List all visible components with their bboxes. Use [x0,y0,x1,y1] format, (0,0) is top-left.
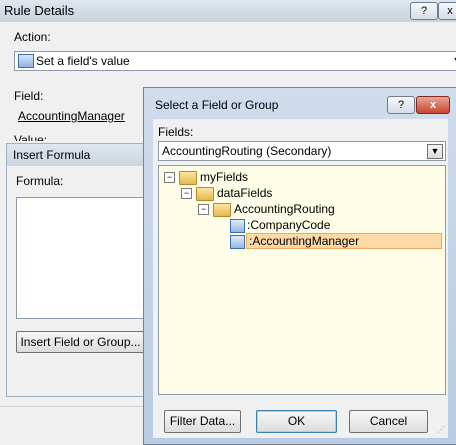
field-icon [230,219,245,233]
select-dialog-title: Select a Field or Group [155,98,279,112]
filter-data-button[interactable]: Filter Data... [164,410,241,433]
cancel-button[interactable]: Cancel [349,410,428,433]
resize-grip-icon[interactable]: ⋰ [437,425,447,435]
action-select[interactable]: Set a field's value ▼ [14,51,456,71]
value-label: Value: [14,133,48,141]
insert-formula-window: Insert Formula Formula: Insert Field or … [6,143,159,397]
insert-formula-title: Insert Formula [13,148,91,162]
group-folder-icon [213,203,231,217]
tree-node-accountingmanager[interactable]: :AccountingManager [230,233,443,249]
folder-icon [179,171,197,185]
set-field-value-icon [18,54,34,68]
data-source-value: AccountingRouting (Secondary) [162,144,332,158]
action-select-value: Set a field's value [36,54,130,68]
insert-field-or-group-button[interactable]: Insert Field or Group... [16,331,145,353]
rule-details-titlebar: Rule Details ? x [0,0,456,22]
rule-details-close-button[interactable]: x [438,2,456,20]
select-dialog-close-button[interactable]: x [416,96,450,114]
field-value[interactable]: AccountingManager [18,109,125,123]
tree-label-companycode: :CompanyCode [247,218,331,232]
action-label: Action: [14,30,51,44]
data-source-select[interactable]: AccountingRouting (Secondary) ▼ [158,141,446,161]
field-value-box[interactable]: AccountingManager [14,108,140,124]
fields-label: Fields: [158,125,194,139]
tree-label-myfields: myFields [200,170,249,184]
collapse-icon[interactable]: − [164,172,175,183]
formula-textarea[interactable] [16,197,159,319]
ok-button[interactable]: OK [256,410,337,433]
select-field-or-group-dialog: Select a Field or Group ? x Fields: Acco… [143,87,456,445]
rule-details-help-button[interactable]: ? [410,2,438,20]
collapse-icon[interactable]: − [198,204,209,215]
tree-label-accountingmanager: :AccountingManager [246,233,442,249]
folder-icon [196,187,214,201]
field-label: Field: [14,89,44,103]
chevron-down-icon[interactable]: ▼ [451,53,456,67]
select-dialog-body: Fields: AccountingRouting (Secondary) ▼ … [153,119,448,438]
select-dialog-help-button[interactable]: ? [387,96,415,114]
chevron-down-icon[interactable]: ▼ [427,144,443,159]
formula-label: Formula: [16,174,64,188]
field-icon [230,235,245,249]
field-tree[interactable]: − myFields − dataFields − AccountingRout… [158,165,446,395]
tree-label-datafields: dataFields [217,186,273,200]
collapse-icon[interactable]: − [181,188,192,199]
tree-label-accountingrouting: AccountingRouting [234,202,335,216]
insert-formula-titlebar: Insert Formula [7,144,157,166]
rule-details-title: Rule Details [4,3,75,18]
